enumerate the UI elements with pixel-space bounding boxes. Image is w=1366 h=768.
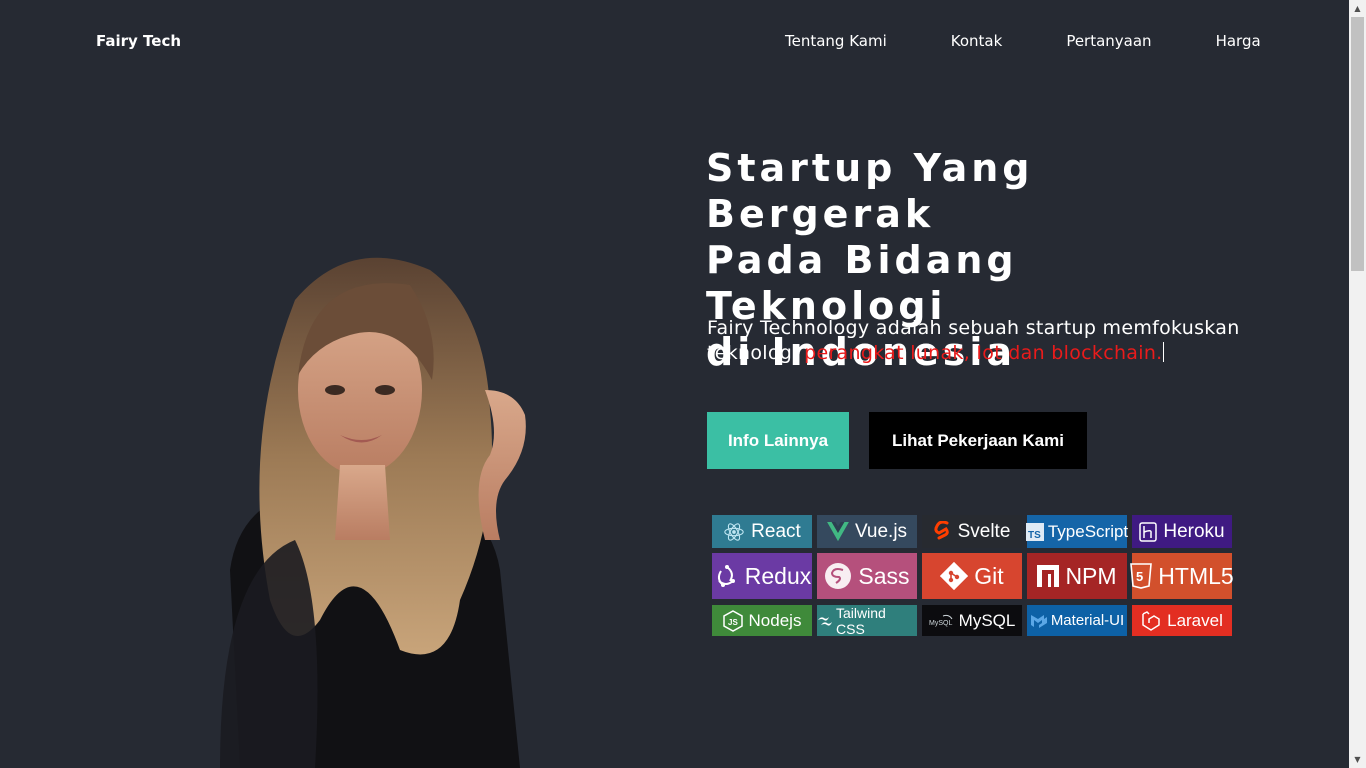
badge-svelte: Svelte: [922, 515, 1022, 548]
html5-icon: 5: [1130, 563, 1153, 589]
heroku-icon: [1139, 521, 1158, 542]
headline-line-2: Pada Bidang Teknologi: [706, 238, 1018, 328]
lihat-pekerjaan-button[interactable]: Lihat Pekerjaan Kami: [869, 412, 1087, 469]
badge-laravel: Laravel: [1132, 605, 1232, 636]
badge-label: Redux: [744, 562, 812, 589]
mysql-icon: MySQL: [929, 613, 953, 629]
hero-description: Fairy Technology adalah sebuah startup m…: [707, 316, 1267, 366]
badge-label: Material-UI: [1050, 612, 1125, 629]
badge-sass: Sass: [817, 553, 917, 599]
info-lainnya-button[interactable]: Info Lainnya: [707, 412, 849, 469]
badge-label: HTML5: [1158, 562, 1234, 589]
badge-label: TypeScript: [1047, 521, 1129, 541]
scrollbar-thumb[interactable]: [1351, 17, 1364, 271]
nav-link-pertanyaan[interactable]: Pertanyaan: [1066, 31, 1151, 51]
nav-link-harga[interactable]: Harga: [1216, 31, 1261, 51]
vue-icon: [827, 521, 849, 542]
hero-model-photo: [220, 257, 526, 768]
badge-nodejs: JS Nodejs: [712, 605, 812, 636]
nav-link-kontak[interactable]: Kontak: [951, 31, 1003, 51]
svg-text:JS: JS: [728, 618, 738, 627]
svelte-icon: [933, 520, 952, 543]
svg-text:TS: TS: [1028, 530, 1041, 541]
svg-text:MySQL: MySQL: [929, 620, 952, 627]
nodejs-icon: JS: [722, 609, 743, 632]
main-nav: Tentang Kami Kontak Pertanyaan Harga: [785, 31, 1261, 51]
badge-label: Sass: [858, 562, 910, 589]
description-highlight: perangkat lunak, Iot dan blockchain.: [804, 342, 1163, 364]
material-ui-icon: [1030, 613, 1048, 629]
badge-label: Git: [974, 562, 1004, 589]
npm-icon: [1037, 565, 1060, 587]
sass-icon: [824, 562, 852, 590]
badge-label: NPM: [1065, 562, 1117, 589]
badge-redux: Redux: [712, 553, 812, 599]
brand-logo[interactable]: Fairy Tech: [96, 31, 181, 51]
badge-label: React: [751, 520, 801, 542]
tailwind-icon: [817, 615, 833, 627]
scroll-up-arrow-icon[interactable]: ▲: [1349, 0, 1366, 17]
badge-material-ui: Material-UI: [1027, 605, 1127, 636]
git-icon: [940, 562, 969, 590]
svg-text:5: 5: [1136, 569, 1143, 584]
react-icon: [723, 521, 745, 543]
badge-tailwind-css: Tailwind CSS: [817, 604, 917, 637]
headline-line-1: Startup Yang Bergerak: [706, 146, 1034, 236]
badge-react: React: [712, 515, 812, 548]
laravel-icon: [1141, 610, 1161, 631]
badge-label: Laravel: [1167, 610, 1223, 630]
badge-heroku: Heroku: [1132, 515, 1232, 548]
badge-html5: 5 HTML5: [1130, 553, 1234, 599]
typescript-icon: TS: [1025, 522, 1044, 541]
badge-vuejs: Vue.js: [817, 515, 917, 548]
badge-npm: NPM: [1027, 553, 1127, 599]
badge-label: Svelte: [957, 520, 1011, 542]
scroll-down-arrow-icon[interactable]: ▼: [1349, 751, 1366, 768]
text-cursor: [1162, 342, 1164, 362]
badge-label: Tailwind CSS: [836, 604, 886, 637]
badge-label: Vue.js: [854, 520, 908, 542]
badge-typescript: TS TypeScript: [1025, 515, 1129, 548]
badge-label: Nodejs: [748, 610, 802, 630]
badge-label: Heroku: [1163, 520, 1225, 542]
badge-label: MySQL: [958, 610, 1016, 630]
nav-link-tentang-kami[interactable]: Tentang Kami: [785, 31, 887, 51]
badge-git: Git: [922, 553, 1022, 599]
badge-mysql: MySQL MySQL: [922, 605, 1022, 636]
redux-icon: [713, 563, 739, 589]
page-scrollbar[interactable]: ▲ ▼: [1349, 0, 1366, 768]
